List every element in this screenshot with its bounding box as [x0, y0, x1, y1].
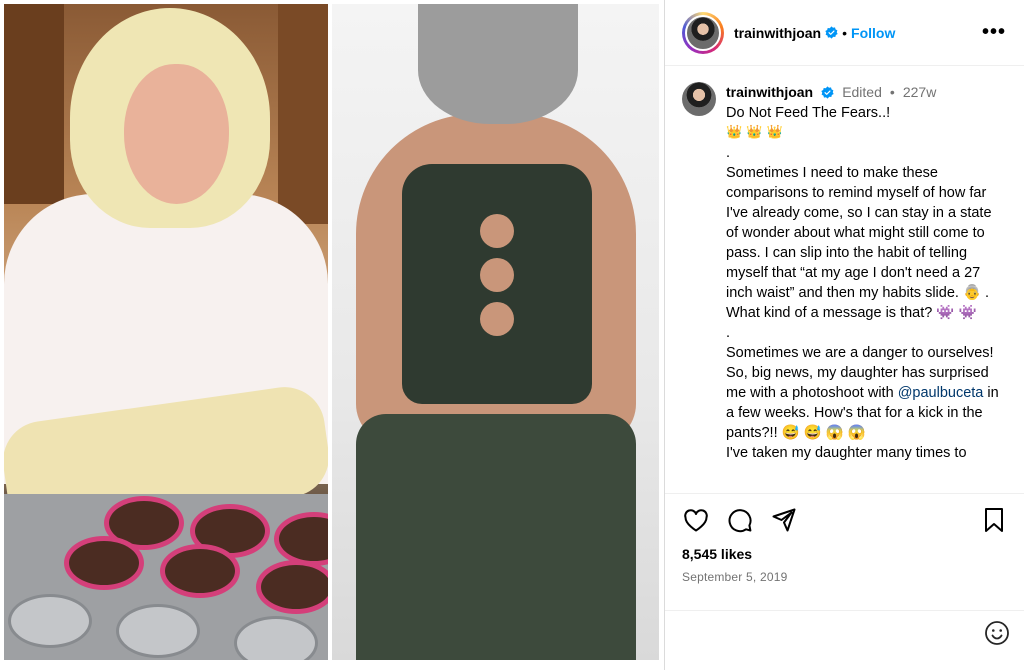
post-side-panel: trainwithjoan • Follow ••• trainwithjoan… [664, 0, 1024, 670]
avatar[interactable] [682, 82, 716, 116]
verified-badge-icon [821, 86, 834, 99]
separator: • [842, 24, 848, 41]
caption-line: Do Not Feed The Fears..! [726, 105, 891, 121]
caption-row: trainwithjoan Edited • 227w Do Not Feed … [682, 82, 1008, 463]
mention-link[interactable]: @paulbuceta [898, 385, 984, 401]
photo-baking [4, 4, 328, 660]
face [124, 64, 229, 204]
verified-badge-icon [825, 26, 838, 39]
story-ring[interactable] [682, 11, 724, 54]
post-header: trainwithjoan • Follow ••• [665, 0, 1024, 66]
caption-line: . [726, 325, 731, 341]
grey-hair [418, 4, 578, 124]
lace-pattern [480, 302, 514, 336]
empty-cup [8, 594, 92, 648]
sports-bra [402, 164, 592, 404]
separator: • [889, 84, 895, 100]
caption-username[interactable]: trainwithjoan [726, 84, 813, 100]
post-actions: 8,545 likes September 5, 2019 [665, 493, 1024, 584]
kitchen-cabinet [4, 4, 64, 204]
lace-pattern [480, 258, 514, 292]
share-icon[interactable] [770, 506, 798, 534]
more-options-button[interactable]: ••• [982, 21, 1006, 44]
post-media[interactable] [0, 0, 664, 670]
leggings [356, 414, 636, 660]
kitchen-cabinet [278, 4, 328, 224]
caption: trainwithjoan Edited • 227w Do Not Feed … [726, 82, 1006, 463]
muffin [160, 544, 240, 598]
caption-line: I've taken my daughter many times to [726, 445, 967, 461]
caption-line: 👑 👑 👑 [726, 125, 783, 140]
edited-label: Edited [842, 84, 882, 100]
avatar[interactable] [685, 14, 721, 51]
follow-button[interactable]: Follow [851, 25, 895, 41]
action-icons [682, 506, 1008, 534]
caption-line: Sometimes I need to make these compariso… [726, 165, 992, 301]
lace-pattern [480, 214, 514, 248]
comment-icon[interactable] [726, 506, 754, 534]
muffin [64, 536, 144, 590]
caption-line: . [726, 145, 731, 161]
comments-section[interactable]: trainwithjoan Edited • 227w Do Not Feed … [665, 67, 1024, 493]
caption-line: What kind of a message is that? 👾 👾 [726, 305, 977, 321]
empty-cup [116, 604, 200, 658]
username[interactable]: trainwithjoan [734, 25, 821, 41]
smiley-icon[interactable] [984, 620, 1010, 646]
post-date[interactable]: September 5, 2019 [682, 570, 1008, 584]
caption-line: Sometimes we are a danger to ourselves! [726, 345, 994, 361]
heart-icon[interactable] [682, 506, 710, 534]
bookmark-icon[interactable] [980, 506, 1008, 534]
post-time[interactable]: 227w [903, 84, 936, 100]
muffin [256, 560, 328, 614]
like-count[interactable]: 8,545 likes [682, 546, 1008, 562]
photo-back-muscles [332, 4, 659, 660]
add-comment-bar[interactable] [665, 610, 1024, 654]
